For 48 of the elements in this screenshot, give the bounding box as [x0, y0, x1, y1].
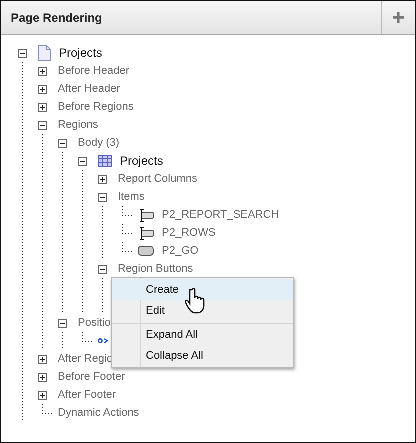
- expand-icon[interactable]: [38, 354, 47, 364]
- panel-title: Page Rendering: [10, 10, 104, 26]
- tree-connector: [82, 332, 93, 342]
- add-button[interactable]: +: [381, 1, 415, 34]
- expand-icon[interactable]: [38, 84, 47, 94]
- text-field-icon: [138, 226, 154, 240]
- collapse-icon[interactable]: [98, 192, 107, 202]
- tree-node-label[interactable]: Before Footer: [58, 371, 126, 383]
- collapse-icon[interactable]: [98, 264, 107, 274]
- tree-node-label[interactable]: Regions: [58, 119, 98, 131]
- menu-item[interactable]: Create: [112, 279, 293, 300]
- tree-node-label[interactable]: P2_GO: [162, 245, 199, 257]
- expand-icon[interactable]: [38, 102, 47, 112]
- menu-item[interactable]: Edit: [112, 300, 293, 321]
- tree-node-label[interactable]: Projects: [120, 154, 164, 168]
- menu-item[interactable]: Collapse All: [112, 345, 293, 366]
- tree-connector: [42, 404, 53, 414]
- tree-node-label[interactable]: Items: [118, 191, 145, 203]
- expand-icon[interactable]: [38, 66, 47, 76]
- button-icon: [138, 246, 154, 256]
- expand-icon[interactable]: [38, 372, 47, 382]
- expand-icon[interactable]: [38, 390, 47, 400]
- tree-connector: [122, 242, 133, 252]
- expand-icon[interactable]: [98, 174, 107, 184]
- table-icon: [98, 155, 112, 167]
- tree-node-label[interactable]: Report Columns: [118, 173, 198, 185]
- tree-node-label[interactable]: Projects: [59, 46, 102, 60]
- tree-node-label[interactable]: Before Regions: [58, 101, 134, 113]
- tree-connector: [122, 206, 133, 216]
- tree-node-label[interactable]: P2_REPORT_SEARCH: [162, 209, 280, 221]
- collapse-icon[interactable]: [58, 318, 67, 328]
- document-icon: [38, 45, 51, 61]
- collapse-icon[interactable]: [18, 48, 27, 58]
- tree-node-label[interactable]: Dynamic Actions: [58, 407, 140, 419]
- tree-connector: [122, 224, 133, 234]
- collapse-icon[interactable]: [38, 120, 47, 130]
- collapse-icon[interactable]: [58, 138, 67, 148]
- tree-node-label[interactable]: After Footer: [58, 389, 116, 401]
- tree-node-label[interactable]: Before Header: [58, 65, 130, 77]
- collapse-icon[interactable]: [78, 156, 87, 166]
- menu-item[interactable]: Expand All: [112, 323, 293, 345]
- tree-node-label[interactable]: After Header: [58, 83, 120, 95]
- tree-node-label[interactable]: Positio: [78, 317, 112, 329]
- tree-node-label[interactable]: P2_ROWS: [162, 227, 216, 239]
- tree-node-label[interactable]: Region Buttons: [118, 263, 194, 275]
- text-field-icon: [138, 208, 154, 222]
- link-icon: [98, 338, 109, 344]
- tree-node-label[interactable]: Body (3): [78, 137, 120, 149]
